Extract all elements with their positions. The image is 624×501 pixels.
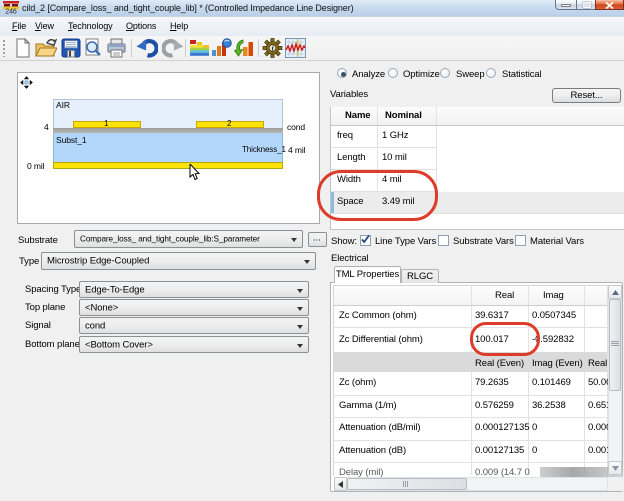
svg-text:i: i: [272, 45, 274, 53]
svg-text:246: 246: [5, 9, 17, 15]
